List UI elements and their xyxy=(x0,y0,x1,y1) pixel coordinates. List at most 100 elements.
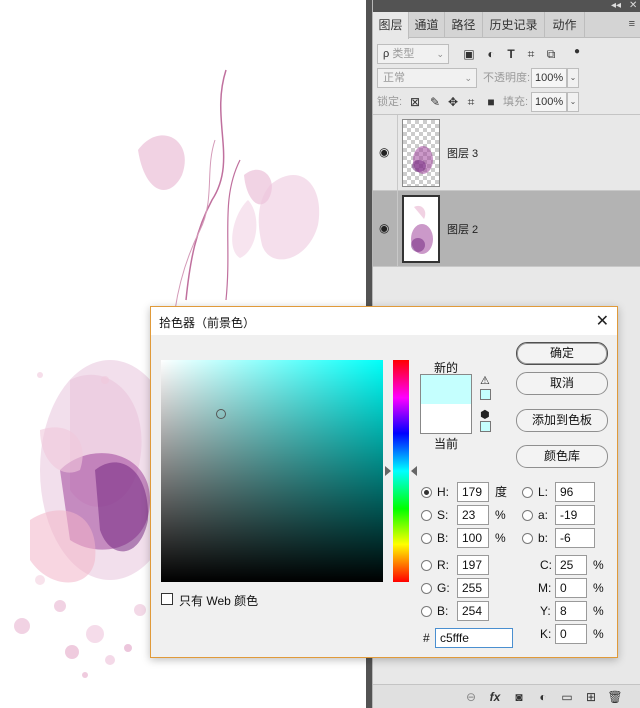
blue-radio[interactable] xyxy=(421,606,432,617)
cyan-input[interactable]: 25 xyxy=(555,555,587,575)
current-color-swatch[interactable] xyxy=(420,404,472,434)
layer-name[interactable]: 图层 2 xyxy=(447,221,478,237)
black-input[interactable]: 0 xyxy=(555,624,587,644)
green-radio[interactable] xyxy=(421,583,432,594)
close-panel-icon[interactable]: ✕ xyxy=(629,0,637,12)
hex-color-input[interactable]: c5fffe xyxy=(435,628,513,648)
panel-tabs: 图层 通道 路径 历史记录 动作 ≡ xyxy=(373,12,640,39)
color-picker-dialog: 拾色器（前景色） ✕ 只有 Web 颜色 新的 当前 ⚠ ⬢ 确定 取消 添加到… xyxy=(150,306,618,658)
magenta-input[interactable]: 0 xyxy=(555,578,587,598)
filter-kind-dropdown[interactable]: ρ 类型 ⌄ xyxy=(377,44,449,64)
lock-position-icon[interactable]: ✥ xyxy=(445,94,461,110)
blend-mode-dropdown[interactable]: 正常 ⌄ xyxy=(377,68,477,88)
hue-label: H: xyxy=(437,485,449,499)
lab-l-radio[interactable] xyxy=(522,487,533,498)
layer-row[interactable]: ◉ 图层 3 xyxy=(373,115,640,191)
filter-toggle-icon[interactable]: ● xyxy=(569,44,585,60)
tab-history[interactable]: 历史记录 xyxy=(483,12,545,38)
fx-icon[interactable]: fx xyxy=(487,689,503,705)
tab-paths[interactable]: 路径 xyxy=(445,12,483,38)
red-radio[interactable] xyxy=(421,560,432,571)
tab-channels[interactable]: 通道 xyxy=(409,12,445,38)
lock-paint-icon[interactable]: ✎ xyxy=(427,94,443,110)
color-selection-marker[interactable] xyxy=(216,409,226,419)
trash-icon[interactable]: 🗑 xyxy=(607,689,623,705)
black-label: K: xyxy=(540,627,552,641)
fill-field[interactable]: 100% xyxy=(531,92,567,112)
fill-chevron-icon[interactable]: ⌄ xyxy=(567,92,579,112)
new-color-swatch xyxy=(420,374,472,404)
web-only-label: 只有 Web 颜色 xyxy=(179,594,259,608)
blue-input[interactable]: 254 xyxy=(457,601,489,621)
lock-label: 锁定: xyxy=(377,96,403,108)
panel-menu-icon[interactable]: ≡ xyxy=(629,18,635,30)
visibility-column: ◉ xyxy=(373,115,398,191)
saturation-unit: % xyxy=(495,508,506,522)
new-layer-icon[interactable]: ⊞ xyxy=(583,689,599,705)
lab-l-input[interactable]: 96 xyxy=(555,482,595,502)
add-mask-icon[interactable]: ◙ xyxy=(511,689,527,705)
new-group-icon[interactable]: ▭ xyxy=(559,689,575,705)
adjustment-layer-icon[interactable]: ◐ xyxy=(535,689,551,705)
close-icon[interactable]: ✕ xyxy=(596,311,609,331)
cyan-unit: % xyxy=(593,558,604,572)
brightness-label: B: xyxy=(437,531,449,545)
saturation-brightness-field[interactable] xyxy=(161,360,383,582)
collapse-panel-icon[interactable]: ◂◂ xyxy=(611,0,621,12)
filter-smartobject-icon[interactable]: ⧉ xyxy=(543,46,559,62)
filter-type-icon[interactable]: T xyxy=(503,46,519,62)
web-safe-cube-icon[interactable]: ⬢ xyxy=(480,408,490,421)
add-to-swatches-button[interactable]: 添加到色板 xyxy=(516,409,608,432)
color-libraries-button[interactable]: 颜色库 xyxy=(516,445,608,468)
hue-radio[interactable] xyxy=(421,487,432,498)
lock-artboard-icon[interactable]: ⌗ xyxy=(463,94,479,110)
red-input[interactable]: 197 xyxy=(457,555,489,575)
yellow-input[interactable]: 8 xyxy=(555,601,587,621)
magenta-label: M: xyxy=(538,581,552,595)
filter-pixel-icon[interactable]: ▣ xyxy=(461,46,477,62)
yellow-unit: % xyxy=(593,604,604,618)
brightness-input[interactable]: 100 xyxy=(457,528,489,548)
lab-a-input[interactable]: -19 xyxy=(555,505,595,525)
brightness-radio[interactable] xyxy=(421,533,432,544)
hex-label: # xyxy=(423,631,430,645)
saturation-input[interactable]: 23 xyxy=(457,505,489,525)
tab-actions[interactable]: 动作 xyxy=(545,12,585,38)
lab-a-radio[interactable] xyxy=(522,510,533,521)
hue-input[interactable]: 179 xyxy=(457,482,489,502)
layer-row[interactable]: ◉ 图层 2 xyxy=(373,191,640,267)
dialog-titlebar: 拾色器（前景色） ✕ xyxy=(151,307,617,335)
filter-kind-value: 类型 xyxy=(392,48,415,60)
yellow-label: Y: xyxy=(540,604,551,618)
hue-slider-right-handle[interactable] xyxy=(411,466,417,476)
gamut-swatch[interactable] xyxy=(480,389,491,400)
hue-slider-left-handle[interactable] xyxy=(385,466,391,476)
panel-topbar: ◂◂ ✕ xyxy=(373,0,640,12)
blue-label: B: xyxy=(437,604,449,618)
opacity-field[interactable]: 100% xyxy=(531,68,567,88)
lock-transparent-icon[interactable]: ⊠ xyxy=(407,94,423,110)
visibility-eye-icon[interactable]: ◉ xyxy=(379,145,393,159)
tab-layers[interactable]: 图层 xyxy=(373,12,409,39)
filter-shape-icon[interactable]: ⌗ xyxy=(523,46,539,62)
saturation-radio[interactable] xyxy=(421,510,432,521)
link-layers-icon[interactable]: ⊖ xyxy=(463,689,479,705)
web-safe-swatch[interactable] xyxy=(480,421,491,432)
out-of-gamut-warning-icon[interactable]: ⚠ xyxy=(480,374,490,387)
web-only-checkbox[interactable] xyxy=(161,593,173,605)
cancel-button[interactable]: 取消 xyxy=(516,372,608,395)
layer-thumbnail xyxy=(402,119,440,187)
filter-adjustment-icon[interactable]: ◐ xyxy=(483,46,499,62)
lab-b-input[interactable]: -6 xyxy=(555,528,595,548)
hue-slider[interactable] xyxy=(393,360,409,582)
ok-button[interactable]: 确定 xyxy=(516,342,608,365)
magenta-unit: % xyxy=(593,581,604,595)
search-icon: ρ xyxy=(383,48,390,60)
lab-b-radio[interactable] xyxy=(522,533,533,544)
green-label: G: xyxy=(437,581,450,595)
lock-all-icon[interactable]: ■ xyxy=(483,94,499,110)
green-input[interactable]: 255 xyxy=(457,578,489,598)
visibility-eye-icon[interactable]: ◉ xyxy=(379,221,393,235)
opacity-chevron-icon[interactable]: ⌄ xyxy=(567,68,579,88)
layer-name[interactable]: 图层 3 xyxy=(447,145,478,161)
